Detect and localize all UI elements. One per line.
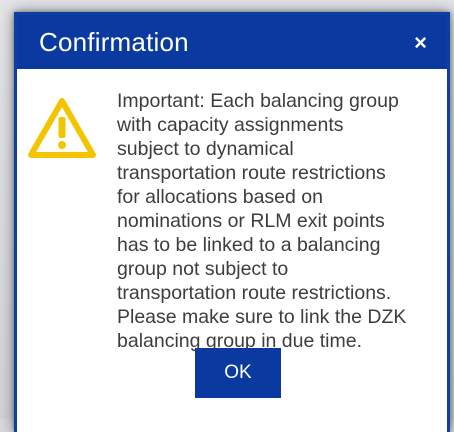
close-icon[interactable]: × [414, 32, 427, 54]
dialog-body: Important: Each balancing group with cap… [17, 69, 447, 353]
dialog-titlebar: Confirmation × [17, 15, 447, 69]
dialog-message: Important: Each balancing group with cap… [117, 90, 407, 352]
ok-button[interactable]: OK [195, 348, 281, 398]
warning-triangle-icon [28, 98, 96, 158]
dialog-title: Confirmation [39, 26, 189, 57]
confirmation-dialog: Confirmation × Important: Each balancing… [14, 12, 450, 432]
dialog-actions: OK [17, 348, 447, 398]
